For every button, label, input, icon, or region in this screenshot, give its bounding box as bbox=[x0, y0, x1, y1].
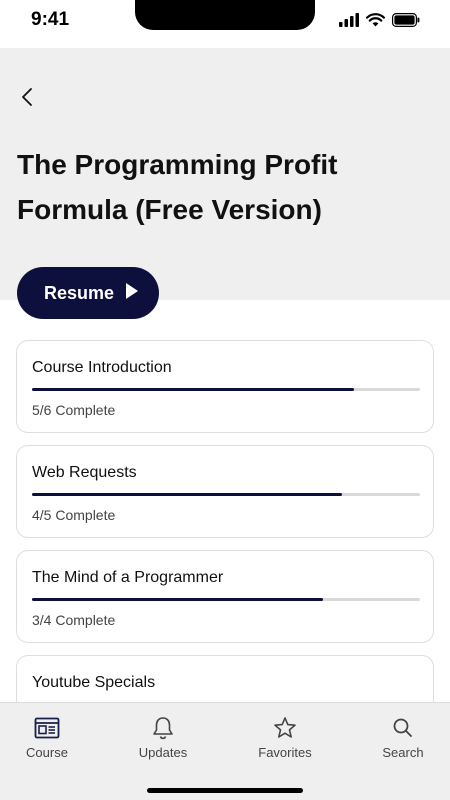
back-button[interactable] bbox=[14, 86, 40, 112]
module-card[interactable]: Course Introduction 5/6 Complete bbox=[16, 340, 434, 433]
tab-label: Favorites bbox=[258, 745, 312, 760]
module-title: Youtube Specials bbox=[32, 674, 156, 691]
module-title: Course Introduction bbox=[32, 359, 172, 376]
battery-icon bbox=[392, 13, 420, 32]
search-icon bbox=[392, 715, 414, 741]
tab-search[interactable]: Search bbox=[347, 703, 450, 773]
tab-label: Search bbox=[382, 745, 424, 760]
module-title: The Mind of a Programmer bbox=[32, 569, 224, 586]
play-icon bbox=[125, 282, 139, 305]
tab-updates[interactable]: Updates bbox=[107, 703, 219, 773]
wifi-icon bbox=[366, 13, 385, 32]
module-progress-fill bbox=[32, 493, 343, 496]
resume-label: Resume bbox=[44, 282, 115, 303]
module-card[interactable]: The Mind of a Programmer 3/4 Complete bbox=[16, 550, 434, 643]
resume-button[interactable]: Resume bbox=[17, 267, 159, 319]
module-title: Web Requests bbox=[32, 464, 137, 481]
tab-label: Course bbox=[26, 745, 68, 760]
home-indicator bbox=[147, 788, 303, 793]
module-status: 3/4 Complete bbox=[32, 612, 116, 628]
status-time: 9:41 bbox=[31, 9, 70, 30]
tab-bar: Course Updates Favorites Search bbox=[0, 702, 450, 800]
chevron-left-icon bbox=[20, 87, 34, 112]
module-progress-fill bbox=[32, 388, 355, 391]
course-icon bbox=[34, 715, 60, 741]
tab-favorites[interactable]: Favorites bbox=[229, 703, 341, 773]
module-status: 5/6 Complete bbox=[32, 402, 116, 418]
module-card[interactable]: Web Requests 4/5 Complete bbox=[16, 445, 434, 538]
module-status: 4/5 Complete bbox=[32, 507, 116, 523]
status-bar: 9:41 bbox=[0, 0, 450, 48]
signal-icon bbox=[339, 13, 359, 32]
module-progress-bar bbox=[32, 598, 420, 601]
module-progress-fill bbox=[32, 598, 323, 601]
page-title: The Programming Profit Formula (Free Ver… bbox=[17, 149, 338, 225]
device-notch bbox=[135, 0, 315, 30]
module-progress-bar bbox=[32, 493, 420, 496]
module-progress-bar bbox=[32, 388, 420, 391]
bell-icon bbox=[152, 715, 174, 741]
star-icon bbox=[273, 715, 297, 741]
tab-label: Updates bbox=[138, 745, 188, 760]
status-icons bbox=[339, 13, 420, 32]
tab-course[interactable]: Course bbox=[0, 703, 103, 773]
